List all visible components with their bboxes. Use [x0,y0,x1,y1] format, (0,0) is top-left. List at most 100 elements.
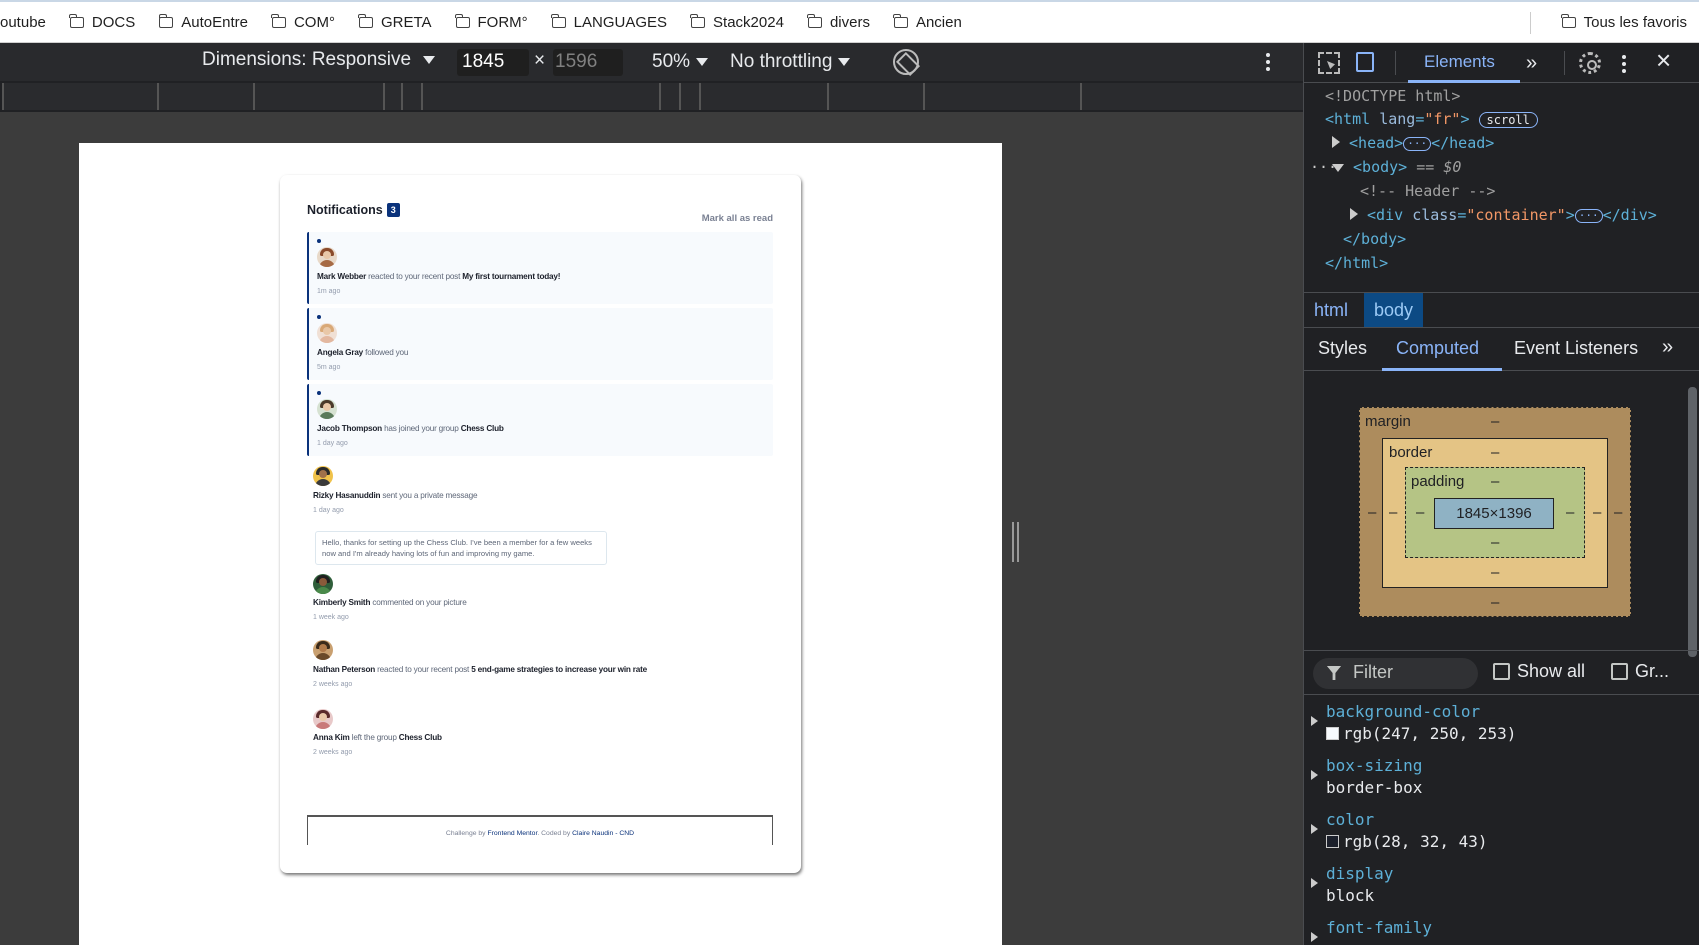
box-model-margin[interactable]: margin – – – – border – – – – padding – … [1359,407,1631,617]
bookmark-folder-languages[interactable]: LANGUAGES [551,13,667,31]
expand-arrow-icon[interactable] [1311,824,1318,834]
more-tabs-icon[interactable]: » [1526,52,1537,75]
notification-target[interactable]: Chess Club [399,733,442,742]
expand-arrow-icon[interactable] [1350,208,1358,220]
user-name[interactable]: Nathan Peterson [313,665,375,674]
user-name[interactable]: Jacob Thompson [317,424,382,433]
more-options-icon[interactable] [1266,53,1270,73]
avatar [317,323,337,343]
color-swatch[interactable] [1326,727,1339,740]
dom-node-doctype[interactable]: <!DOCTYPE html> [1325,84,1460,108]
filter-input[interactable]: Filter [1313,658,1478,689]
color-swatch[interactable] [1326,835,1339,848]
inspect-element-icon[interactable] [1318,52,1340,74]
user-name[interactable]: Rizky Hasanuddin [313,491,381,500]
box-model-border[interactable]: border – – – – padding – – – – 1845×1396 [1382,438,1608,588]
user-name[interactable]: Anna Kim [313,733,350,742]
ellipsis-icon[interactable]: ··· [1403,136,1432,151]
user-name[interactable]: Mark Webber [317,272,366,281]
dom-node-body-close[interactable]: </body> [1343,227,1406,251]
breadcrumb-body[interactable]: body [1364,293,1424,327]
viewport-resize-handle[interactable] [1012,522,1019,562]
ruler-segment[interactable] [2,83,157,110]
box-model-content[interactable]: 1845×1396 [1434,498,1554,529]
ruler-segment[interactable] [1080,83,1303,110]
scroll-badge[interactable]: scroll [1478,112,1538,128]
breadcrumb-html[interactable]: html [1304,293,1358,327]
device-toolbar-icon[interactable] [1356,52,1374,72]
ruler-segment[interactable] [157,83,253,110]
bookmark-folder-com[interactable]: COM° [271,13,335,31]
tab-elements[interactable]: Elements [1424,52,1495,72]
expand-arrow-icon[interactable] [1332,136,1340,148]
property-name: font-family [1326,918,1432,937]
bookmark-folder-greta[interactable]: GRETA [358,13,432,31]
bookmark-folder-form[interactable]: FORM° [454,13,528,31]
show-all-checkbox[interactable] [1493,663,1510,680]
scrollbar-thumb[interactable] [1688,387,1697,657]
bookmark-folder-ancien[interactable]: Ancien [893,13,962,31]
notification-item[interactable]: Rizky Hasanuddin sent you a private mess… [307,463,773,565]
mark-all-read-button[interactable]: Mark all as read [702,213,773,224]
more-subtabs-icon[interactable]: » [1662,336,1673,359]
ruler-segment[interactable] [679,83,699,110]
rotate-icon[interactable] [893,49,919,75]
dimensions-dropdown[interactable]: Dimensions: Responsive [202,49,436,71]
expand-arrow-icon[interactable] [1311,716,1318,726]
user-name[interactable]: Kimberly Smith [313,598,370,607]
all-bookmarks-button[interactable]: Tous les favoris [1561,2,1687,42]
zoom-dropdown[interactable]: 50% [652,51,709,73]
dom-node-head[interactable]: <head> ··· </head> [1332,131,1494,155]
ruler-segment[interactable] [383,83,401,110]
bookmark-folder-divers[interactable]: divers [807,13,870,31]
frontend-mentor-link[interactable]: Frontend Mentor [487,830,537,837]
bookmark-folder-docs[interactable]: DOCS [69,13,135,31]
tab-computed[interactable]: Computed [1396,338,1479,359]
notification-item[interactable]: Mark Webber reacted to your recent post … [307,232,773,304]
width-input[interactable]: 1845 [457,49,529,76]
notification-text: Rizky Hasanuddin sent you a private mess… [313,491,478,500]
expand-arrow-icon[interactable] [1311,932,1318,942]
settings-gear-icon[interactable] [1579,52,1601,74]
ellipsis-icon[interactable]: ··· [1574,208,1603,223]
close-icon[interactable]: × [1656,45,1678,75]
collapse-arrow-icon[interactable] [1332,164,1344,172]
dom-node-html[interactable]: <html lang="fr"> scroll [1325,107,1538,132]
notification-item[interactable]: Jacob Thompson has joined your group Che… [307,384,773,456]
box-model-padding[interactable]: padding – – – – 1845×1396 [1405,467,1585,558]
expand-arrow-icon[interactable] [1311,878,1318,888]
expand-arrow-icon[interactable] [1311,770,1318,780]
notification-target[interactable]: My first tournament today! [462,272,560,281]
ruler-segment[interactable] [421,83,659,110]
ruler-segment[interactable] [923,83,1080,110]
notification-target[interactable]: 5 end-game strategies to increase your w… [471,665,647,674]
ruler-segment[interactable] [253,83,383,110]
user-name[interactable]: Angela Gray [317,348,363,357]
author-link[interactable]: Claire Naudin - CND [572,830,634,837]
notification-item[interactable]: Angela Gray followed you 5m ago [307,308,773,380]
avatar [317,247,337,267]
dom-node-html-close[interactable]: </html> [1325,251,1388,275]
ruler-segment[interactable] [659,83,679,110]
private-message-preview[interactable]: Hello, thanks for setting up the Chess C… [315,531,607,565]
tab-event-listeners[interactable]: Event Listeners [1514,338,1638,359]
dom-node-comment[interactable]: <!-- Header --> [1360,179,1495,203]
tab-styles[interactable]: Styles [1318,338,1367,359]
notification-item[interactable]: Anna Kim left the group Chess Club 2 wee… [307,706,773,766]
ruler-segment[interactable] [699,83,827,110]
tag-text: </div> [1602,206,1657,224]
bookmark-folder-autoentre[interactable]: AutoEntre [158,13,248,31]
height-input[interactable]: 1596 [553,49,623,76]
notification-item[interactable]: Nathan Peterson reacted to your recent p… [307,637,773,697]
notification-item[interactable]: Kimberly Smith commented on your picture… [307,571,773,631]
bookmark-youtube[interactable]: outube [0,14,46,31]
group-checkbox[interactable] [1611,663,1628,680]
more-options-icon[interactable] [1622,55,1626,77]
throttling-dropdown[interactable]: No throttling [730,51,851,73]
dom-node-div-container[interactable]: <div class="container"> ··· </div> [1350,203,1657,227]
ruler-segment[interactable] [401,83,421,110]
bookmark-label: Ancien [915,13,962,31]
ruler-segment[interactable] [827,83,923,110]
notification-target[interactable]: Chess Club [461,424,504,433]
bookmark-folder-stack2024[interactable]: Stack2024 [690,13,784,31]
